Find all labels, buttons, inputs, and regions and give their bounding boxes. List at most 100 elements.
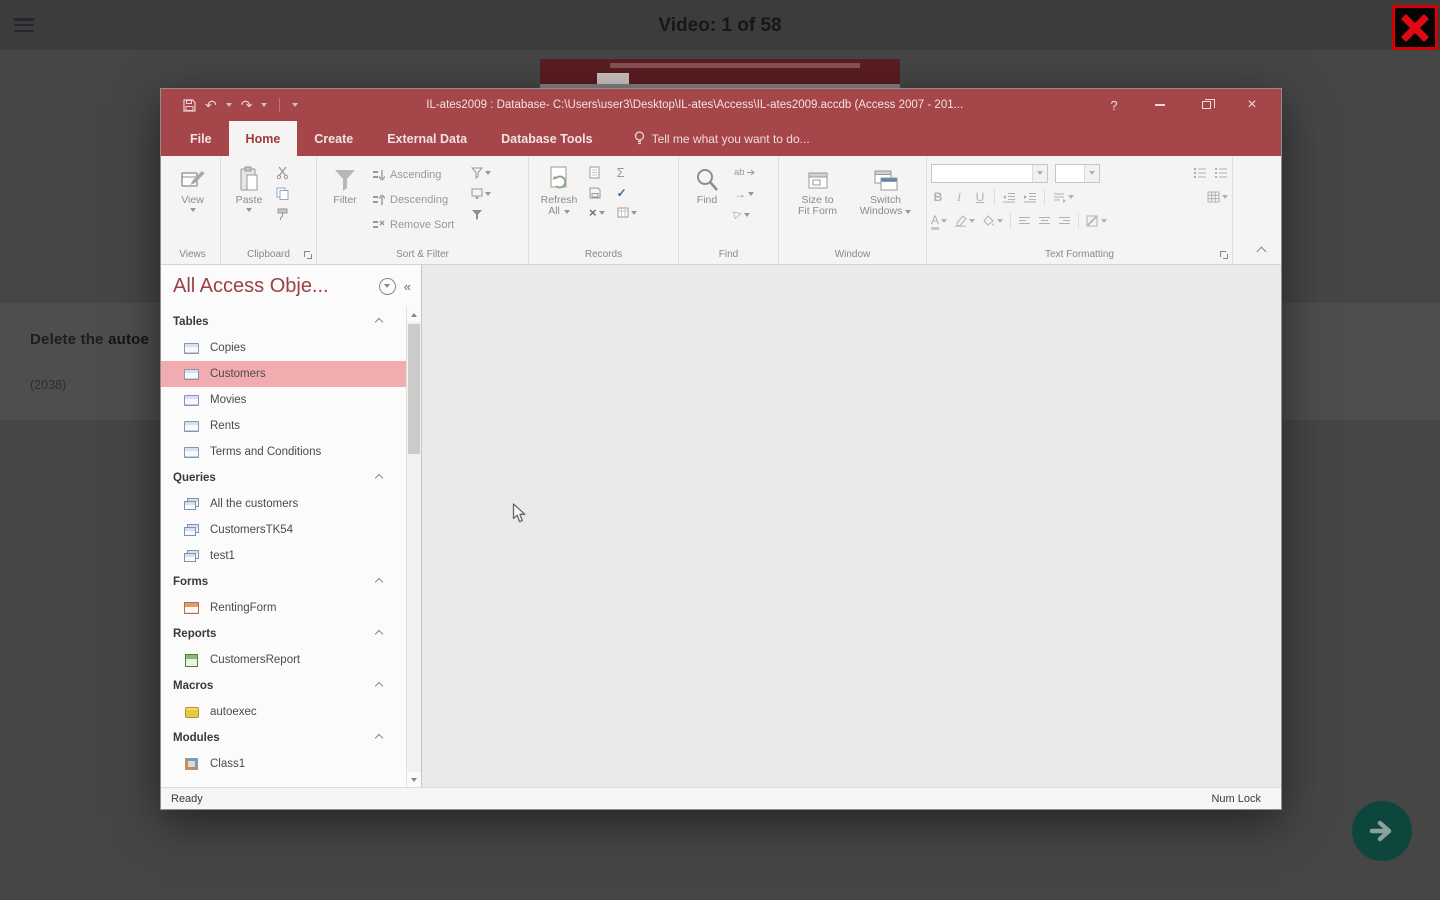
document-area[interactable]	[422, 265, 1281, 787]
save-icon[interactable]	[183, 99, 196, 112]
size-to-fit-form-button[interactable]: Size toFit Form	[790, 159, 846, 217]
next-video-button[interactable]	[1352, 801, 1412, 861]
nav-group-modules[interactable]: Modules	[161, 725, 406, 751]
toggle-filter-icon[interactable]	[471, 206, 491, 223]
datasheet-formatting-icon[interactable]	[1086, 213, 1107, 230]
scrollbar-thumb[interactable]	[408, 324, 420, 454]
close-button[interactable]: ×	[1229, 91, 1275, 119]
text-formatting-dialog-launcher-icon[interactable]	[1220, 251, 1228, 259]
redo-dropdown-icon[interactable]	[261, 103, 267, 107]
paste-button[interactable]: Paste	[225, 159, 273, 212]
italic-icon[interactable]: I	[952, 190, 966, 205]
nav-item-all-the-customers[interactable]: All the customers	[161, 491, 406, 517]
nav-group-tables[interactable]: Tables	[161, 309, 406, 335]
numbering-icon[interactable]	[1214, 165, 1228, 182]
nav-group-forms[interactable]: Forms	[161, 569, 406, 595]
text-formatting-group-label: Text Formatting	[931, 247, 1228, 264]
nav-item-customers[interactable]: Customers	[161, 361, 406, 387]
collapse-ribbon-icon[interactable]	[1257, 247, 1267, 257]
tab-create[interactable]: Create	[297, 121, 370, 156]
descending-button[interactable]: Descending	[372, 189, 468, 210]
filter-button[interactable]: Filter	[321, 159, 369, 206]
delete-record-button[interactable]: ×	[589, 204, 605, 221]
nav-item-customerstk54[interactable]: CustomersTK54	[161, 517, 406, 543]
status-numlock: Num Lock	[1211, 793, 1261, 805]
find-button[interactable]: Find	[683, 159, 731, 206]
tab-database-tools[interactable]: Database Tools	[484, 121, 609, 156]
goto-icon[interactable]: →	[734, 185, 755, 202]
align-left-icon[interactable]	[1018, 213, 1031, 230]
macro-icon	[183, 707, 200, 718]
text-direction-icon[interactable]	[1052, 189, 1074, 206]
nav-group-macros[interactable]: Macros	[161, 673, 406, 699]
tab-file[interactable]: File	[173, 121, 229, 156]
align-center-icon[interactable]	[1038, 213, 1051, 230]
increase-indent-icon[interactable]	[1023, 189, 1037, 206]
align-right-icon[interactable]	[1058, 213, 1071, 230]
font-size-combobox[interactable]	[1055, 164, 1100, 183]
bullets-icon[interactable]	[1193, 165, 1207, 182]
save-record-icon[interactable]	[589, 184, 605, 201]
restore-button[interactable]	[1183, 91, 1229, 119]
question-prefix: Delete the	[30, 331, 108, 348]
scroll-up-icon[interactable]	[407, 307, 421, 322]
underline-icon[interactable]: U	[973, 190, 987, 204]
highlight-color-icon[interactable]	[954, 213, 975, 230]
minimize-button[interactable]	[1137, 91, 1183, 119]
more-records-icon[interactable]	[617, 204, 637, 221]
ribbon-group-sort-filter: Filter Ascending Descending Remove Sort	[317, 156, 529, 264]
form-icon	[183, 602, 200, 614]
nav-item-terms-and-conditions[interactable]: Terms and Conditions	[161, 439, 406, 465]
cut-icon[interactable]	[276, 164, 289, 181]
paste-dropdown-icon	[246, 208, 252, 212]
undo-dropdown-icon[interactable]	[226, 103, 232, 107]
view-dropdown-icon	[190, 208, 196, 212]
nav-group-queries[interactable]: Queries	[161, 465, 406, 491]
tab-external-data[interactable]: External Data	[370, 121, 484, 156]
navigation-pane-title[interactable]: All Access Obje...	[173, 275, 379, 298]
nav-item-autoexec[interactable]: autoexec	[161, 699, 406, 725]
collapse-group-icon	[375, 630, 383, 638]
nav-scrollbar[interactable]	[406, 307, 421, 787]
overlay-close-button[interactable]	[1392, 5, 1438, 50]
filter-options-icon[interactable]	[471, 164, 491, 181]
font-color-icon[interactable]: A	[931, 213, 947, 230]
nav-item-movies[interactable]: Movies	[161, 387, 406, 413]
refresh-all-button[interactable]: RefreshAll	[533, 159, 585, 217]
nav-item-rents[interactable]: Rents	[161, 413, 406, 439]
advanced-filter-icon[interactable]	[471, 185, 491, 202]
switch-windows-button[interactable]: SwitchWindows	[856, 159, 916, 217]
remove-sort-button[interactable]: Remove Sort	[372, 214, 468, 235]
totals-icon[interactable]: Σ	[617, 164, 637, 181]
tab-home[interactable]: Home	[229, 121, 298, 156]
tell-me-box[interactable]: Tell me what you want to do...	[634, 121, 810, 156]
bold-icon[interactable]: B	[931, 190, 945, 204]
replace-icon[interactable]: ab	[734, 164, 755, 181]
background-color-icon[interactable]	[982, 213, 1003, 230]
redo-icon[interactable]: ↷	[241, 98, 253, 112]
mouse-cursor	[512, 503, 527, 524]
select-icon[interactable]: ▷	[734, 206, 755, 223]
shutter-bar-close-icon[interactable]: «	[404, 279, 411, 294]
close-icon	[1401, 14, 1429, 42]
clipboard-dialog-launcher-icon[interactable]	[304, 251, 312, 259]
spelling-icon[interactable]: ✓	[617, 184, 637, 201]
help-button[interactable]: ?	[1091, 91, 1137, 119]
decrease-indent-icon[interactable]	[1002, 189, 1016, 206]
nav-item-copies[interactable]: Copies	[161, 335, 406, 361]
nav-item-rentingform[interactable]: RentingForm	[161, 595, 406, 621]
scroll-down-icon[interactable]	[407, 772, 421, 787]
undo-icon[interactable]: ↶	[205, 98, 217, 112]
copy-icon[interactable]	[276, 185, 289, 202]
nav-item-class1[interactable]: Class1	[161, 751, 406, 777]
new-record-icon[interactable]	[589, 164, 605, 181]
font-combobox[interactable]	[931, 164, 1048, 183]
view-button[interactable]: View	[169, 159, 216, 212]
nav-menu-icon[interactable]	[379, 278, 396, 295]
nav-item-test1[interactable]: test1	[161, 543, 406, 569]
ascending-button[interactable]: Ascending	[372, 164, 468, 185]
gridlines-icon[interactable]	[1207, 189, 1228, 206]
nav-item-customersreport[interactable]: CustomersReport	[161, 647, 406, 673]
format-painter-icon[interactable]	[276, 206, 289, 223]
nav-group-reports[interactable]: Reports	[161, 621, 406, 647]
